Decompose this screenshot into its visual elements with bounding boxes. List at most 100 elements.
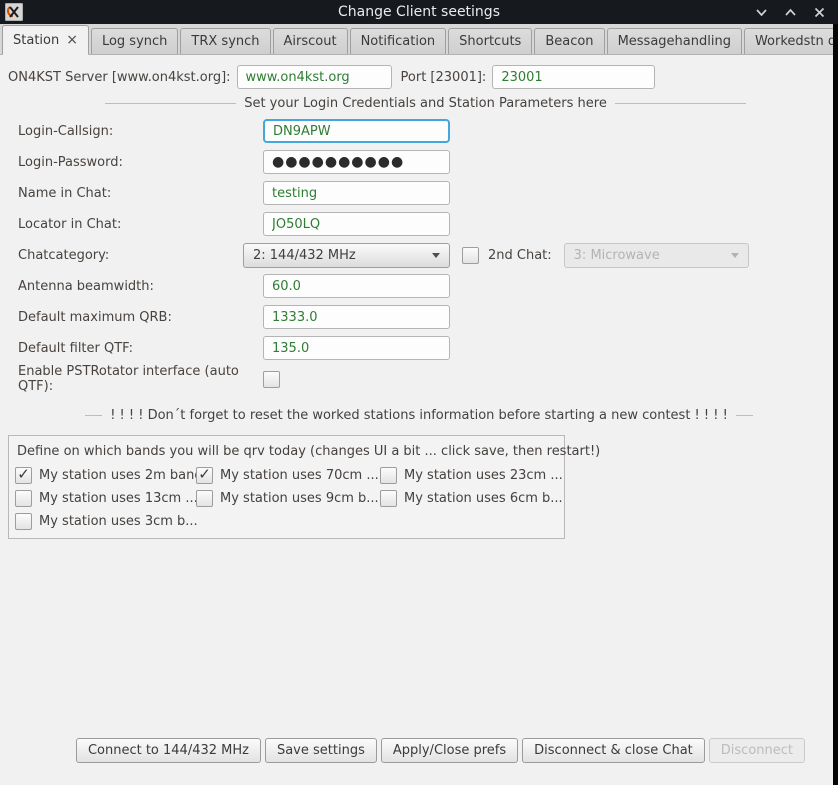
chevron-down-icon — [432, 253, 440, 258]
login-callsign-row: Login-Callsign: — [18, 118, 838, 144]
pstrotator-row: Enable PSTRotator interface (auto QTF): — [18, 366, 838, 392]
contest-separator: ! ! ! ! Don´t forget to reset the worked… — [85, 408, 753, 423]
separator-line — [85, 415, 102, 416]
antenna-beamwidth-input[interactable] — [263, 274, 450, 298]
tab-notification[interactable]: Notification — [350, 28, 447, 54]
maximize-icon[interactable] — [784, 6, 797, 19]
band-checkbox-6cm[interactable]: My station uses 6cm b... — [380, 490, 558, 507]
server-label: ON4KST Server [www.on4kst.org]: — [8, 70, 231, 85]
bands-groupbox: Define on which bands you will be qrv to… — [8, 435, 565, 539]
settings-window: Change Client seetings Station × Log syn… — [0, 0, 838, 785]
separator-line — [736, 415, 753, 416]
tab-station[interactable]: Station × — [2, 25, 89, 55]
connect-button[interactable]: Connect to 144/432 MHz — [76, 738, 261, 763]
tab-trx-synch[interactable]: TRX synch — [180, 28, 270, 54]
locator-in-chat-label: Locator in Chat: — [18, 217, 263, 232]
checkbox-unchecked-icon[interactable] — [380, 490, 397, 507]
default-max-qrb-label: Default maximum QRB: — [18, 310, 263, 325]
titlebar: Change Client seetings — [0, 0, 838, 24]
antenna-beamwidth-label: Antenna beamwidth: — [18, 279, 263, 294]
tab-label: Shortcuts — [459, 34, 521, 49]
band-checkbox-13cm[interactable]: My station uses 13cm ... — [15, 490, 196, 507]
server-row: ON4KST Server [www.on4kst.org]: Port [23… — [8, 65, 838, 89]
tab-messagehandling[interactable]: Messagehandling — [607, 28, 742, 54]
default-filter-qtf-row: Default filter QTF: — [18, 335, 838, 361]
tab-shortcuts[interactable]: Shortcuts — [448, 28, 532, 54]
band-label: My station uses 3cm b... — [39, 514, 198, 529]
second-chat-value: 3: Microwave — [574, 248, 660, 263]
tab-label: Log synch — [102, 34, 167, 49]
default-filter-qtf-label: Default filter QTF: — [18, 341, 263, 356]
credentials-separator-text: Set your Login Credentials and Station P… — [244, 96, 607, 111]
checkbox-checked-icon[interactable]: ✓ — [196, 467, 213, 484]
disconnect-button: Disconnect — [709, 738, 805, 763]
tab-label: Airscout — [284, 34, 337, 49]
contest-separator-text: ! ! ! ! Don´t forget to reset the worked… — [110, 408, 728, 423]
desktop-edge-strip — [833, 24, 838, 785]
login-password-label: Login-Password: — [18, 155, 263, 170]
checkbox-unchecked-icon[interactable] — [196, 490, 213, 507]
save-settings-button[interactable]: Save settings — [265, 738, 377, 763]
band-label: My station uses 23cm ... — [404, 468, 563, 483]
bottom-button-row: Connect to 144/432 MHz Save settings App… — [0, 738, 838, 763]
default-max-qrb-row: Default maximum QRB: — [18, 304, 838, 330]
checkbox-unchecked-icon[interactable] — [380, 467, 397, 484]
chevron-down-icon — [731, 253, 739, 258]
apply-close-prefs-button[interactable]: Apply/Close prefs — [381, 738, 518, 763]
port-input[interactable] — [492, 65, 655, 89]
checkbox-unchecked-icon[interactable] — [15, 490, 32, 507]
band-label: My station uses 6cm b... — [404, 491, 563, 506]
tab-bar: Station × Log synch TRX synch Airscout N… — [0, 24, 838, 55]
antenna-beamwidth-row: Antenna beamwidth: — [18, 273, 838, 299]
checkbox-unchecked-icon[interactable] — [15, 513, 32, 530]
bands-grid: ✓ My station uses 2m band ✓ My station u… — [15, 467, 558, 530]
pstrotator-checkbox[interactable] — [263, 371, 280, 388]
chatcategory-row: Chatcategory: 2: 144/432 MHz 2nd Chat: 3… — [18, 242, 838, 268]
band-checkbox-2m[interactable]: ✓ My station uses 2m band — [15, 467, 196, 484]
chatcategory-value: 2: 144/432 MHz — [253, 248, 356, 263]
tab-workedstn-database[interactable]: Workedstn database — [744, 28, 838, 54]
band-checkbox-3cm[interactable]: My station uses 3cm b... — [15, 513, 196, 530]
second-chat-label: 2nd Chat: — [488, 248, 552, 263]
band-checkbox-9cm[interactable]: My station uses 9cm b... — [196, 490, 380, 507]
shade-icon[interactable] — [755, 6, 768, 19]
band-label: My station uses 70cm ... — [220, 468, 379, 483]
default-filter-qtf-input[interactable] — [263, 336, 450, 360]
band-checkbox-23cm[interactable]: My station uses 23cm ... — [380, 467, 558, 484]
band-checkbox-70cm[interactable]: ✓ My station uses 70cm ... — [196, 467, 380, 484]
disconnect-close-chat-button[interactable]: Disconnect & close Chat — [522, 738, 705, 763]
second-chat-checkbox[interactable] — [462, 247, 479, 264]
tab-beacon[interactable]: Beacon — [534, 28, 604, 54]
app-icon — [5, 3, 23, 21]
login-callsign-label: Login-Callsign: — [18, 124, 263, 139]
tab-label: TRX synch — [191, 34, 259, 49]
band-label: My station uses 9cm b... — [220, 491, 379, 506]
default-max-qrb-input[interactable] — [263, 305, 450, 329]
checkbox-checked-icon[interactable]: ✓ — [15, 467, 32, 484]
tab-close-icon[interactable]: × — [66, 33, 78, 47]
tab-label: Messagehandling — [618, 34, 731, 49]
tab-label: Workedstn database — [755, 34, 838, 49]
name-in-chat-input[interactable] — [263, 181, 450, 205]
band-label: My station uses 2m band — [39, 468, 203, 483]
window-title: Change Client seetings — [0, 4, 838, 20]
server-input[interactable] — [237, 65, 392, 89]
name-in-chat-label: Name in Chat: — [18, 186, 263, 201]
chatcategory-dropdown[interactable]: 2: 144/432 MHz — [243, 243, 450, 268]
login-callsign-input[interactable] — [263, 119, 450, 143]
login-password-input[interactable] — [263, 150, 450, 174]
chatcategory-label: Chatcategory: — [18, 248, 263, 263]
separator-line — [615, 103, 746, 104]
close-icon[interactable] — [813, 6, 826, 19]
second-chat-dropdown: 3: Microwave — [564, 243, 749, 268]
credentials-separator: Set your Login Credentials and Station P… — [105, 96, 746, 111]
bands-groupbox-title: Define on which bands you will be qrv to… — [17, 444, 558, 459]
separator-line — [105, 103, 236, 104]
tab-label: Notification — [361, 34, 436, 49]
locator-in-chat-input[interactable] — [263, 212, 450, 236]
locator-in-chat-row: Locator in Chat: — [18, 211, 838, 237]
tab-log-synch[interactable]: Log synch — [91, 28, 178, 54]
station-tab-panel: ON4KST Server [www.on4kst.org]: Port [23… — [0, 55, 838, 785]
login-password-row: Login-Password: — [18, 149, 838, 175]
tab-airscout[interactable]: Airscout — [273, 28, 348, 54]
